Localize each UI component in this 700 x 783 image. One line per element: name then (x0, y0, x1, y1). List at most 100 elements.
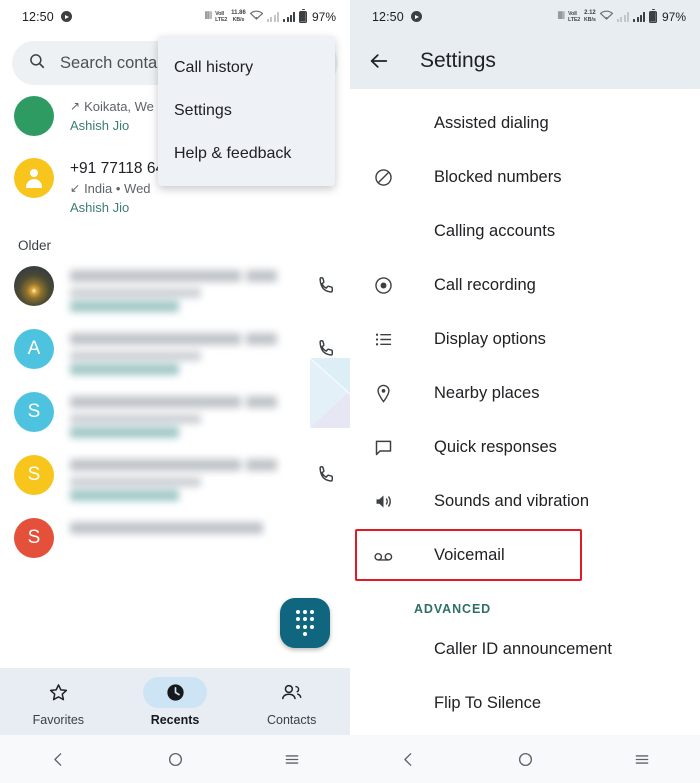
settings-item-calling-accounts[interactable]: Calling accounts (350, 204, 700, 258)
settings-item-label: Assisted dialing (434, 113, 549, 132)
section-header-advanced: ADVANCED (414, 602, 492, 616)
list-item[interactable]: S (0, 385, 350, 448)
list-item[interactable]: S (0, 511, 350, 565)
avatar: A (14, 329, 54, 369)
list-item[interactable] (0, 259, 350, 322)
menu-item-help-feedback[interactable]: Help & feedback (158, 132, 335, 175)
settings-item-quick-responses[interactable]: Quick responses (350, 420, 700, 474)
settings-list: Assisted dialing Blocked numbers Calling… (350, 89, 700, 730)
settings-item-flip-to-silence[interactable]: Flip To Silence (350, 676, 700, 730)
battery-percent: 97% (311, 9, 336, 24)
settings-item-caller-id-announcement[interactable]: Caller ID announcement (350, 622, 700, 676)
blurred-content (70, 266, 308, 315)
incoming-call-icon: ↙ (70, 181, 81, 195)
signal-weak-icon (616, 11, 630, 22)
status-time: 12:50 (372, 9, 404, 24)
avatar (14, 158, 54, 198)
battery-icon (299, 8, 307, 23)
settings-item-label: Calling accounts (434, 221, 556, 240)
phone-icon[interactable] (316, 275, 338, 301)
settings-item-blocked-numbers[interactable]: Blocked numbers (350, 150, 700, 204)
blurred-content (70, 392, 308, 441)
people-icon (260, 677, 324, 708)
bottom-navigation: Favorites Recents Contacts (0, 668, 350, 735)
recents-icon[interactable] (583, 751, 700, 768)
volte-icon: VoII LTE2 (215, 10, 228, 23)
dialpad-fab[interactable] (280, 598, 330, 648)
signal-weak-icon (266, 11, 280, 22)
settings-item-sounds-and-vibration[interactable]: Sounds and vibration (350, 474, 700, 528)
volume-icon (370, 491, 396, 512)
avatar (14, 96, 54, 136)
back-arrow-icon[interactable] (368, 50, 390, 72)
blurred-content (70, 329, 308, 378)
recents-icon[interactable] (233, 751, 350, 768)
settings-item-nearby-places[interactable]: Nearby places (350, 366, 700, 420)
search-placeholder: Search conta (60, 53, 158, 72)
phone-icon[interactable] (316, 401, 338, 427)
settings-item-label: Call recording (434, 275, 536, 294)
menu-item-settings[interactable]: Settings (158, 89, 335, 132)
list-icon (370, 329, 396, 350)
settings-item-voicemail[interactable]: Voicemail (350, 528, 700, 582)
settings-item-label: Sounds and vibration (434, 491, 590, 510)
blurred-content (70, 518, 338, 537)
clock-icon (143, 676, 207, 708)
status-bar: 12:50 ⦀⦀ VoII LTE2 11.86 KB/s 97% (0, 0, 350, 33)
right-phone-screen: 12:50 ⦀⦀ VoII LTE2 2.12 KB/s 97% Setting… (350, 0, 700, 783)
page-title: Settings (420, 49, 496, 72)
call-account: Ashish Jio (70, 200, 130, 215)
home-icon[interactable] (467, 751, 584, 768)
settings-item-display-options[interactable]: Display options (350, 312, 700, 366)
settings-item-call-recording[interactable]: Call recording (350, 258, 700, 312)
battery-percent: 97% (661, 9, 686, 24)
phone-icon[interactable] (316, 338, 338, 364)
left-phone-screen: 12:50 ⦀⦀ VoII LTE2 11.86 KB/s 97% Search… (0, 0, 350, 783)
record-dot-icon (370, 275, 396, 296)
vibrate-icon: ⦀⦀ (557, 11, 565, 22)
record-icon (60, 11, 72, 22)
settings-item-label: Nearby places (434, 383, 540, 402)
tab-label: Favorites (32, 712, 85, 727)
volte-icon: VoII LTE2 (568, 10, 581, 23)
menu-item-call-history[interactable]: Call history (158, 46, 335, 89)
network-rate: 11.86 KB/s (231, 10, 246, 23)
back-icon[interactable] (0, 751, 117, 768)
settings-app-bar: Settings (350, 33, 700, 89)
tab-label: Contacts (267, 712, 317, 727)
home-icon[interactable] (117, 751, 234, 768)
dialpad-icon (295, 610, 315, 636)
android-nav-bar (350, 735, 700, 783)
record-icon (410, 11, 422, 22)
avatar-letter: S (27, 464, 41, 485)
settings-item-label: Display options (434, 329, 546, 348)
chat-bubble-icon (370, 437, 396, 458)
list-item[interactable]: A (0, 322, 350, 385)
tab-recents[interactable]: Recents (117, 676, 234, 727)
blurred-content (70, 455, 308, 504)
avatar-letter: S (27, 401, 41, 422)
avatar-letter: S (27, 527, 41, 548)
settings-item-label: Blocked numbers (434, 167, 562, 186)
back-icon[interactable] (350, 751, 467, 768)
tab-label: Recents (150, 712, 200, 727)
block-icon (370, 167, 396, 188)
wifi-icon (599, 10, 614, 23)
settings-item-label: Quick responses (434, 437, 557, 456)
settings-item-label: Flip To Silence (434, 693, 542, 712)
list-item[interactable]: S (0, 448, 350, 511)
status-bar: 12:50 ⦀⦀ VoII LTE2 2.12 KB/s 97% (350, 0, 700, 33)
vibrate-icon: ⦀⦀ (204, 11, 212, 22)
avatar: S (14, 518, 54, 558)
settings-item-assisted-dialing[interactable]: Assisted dialing (350, 96, 700, 150)
location-pin-icon (370, 383, 396, 404)
phone-icon[interactable] (316, 464, 338, 490)
tab-contacts[interactable]: Contacts (233, 677, 350, 727)
signal-strong-icon (633, 11, 646, 22)
tab-favorites[interactable]: Favorites (0, 677, 117, 727)
avatar-letter: A (27, 338, 41, 359)
star-icon (26, 677, 90, 708)
overflow-menu: Call history Settings Help & feedback (158, 36, 335, 186)
list-item-title: Koikata, We (84, 99, 154, 114)
avatar (14, 266, 54, 306)
